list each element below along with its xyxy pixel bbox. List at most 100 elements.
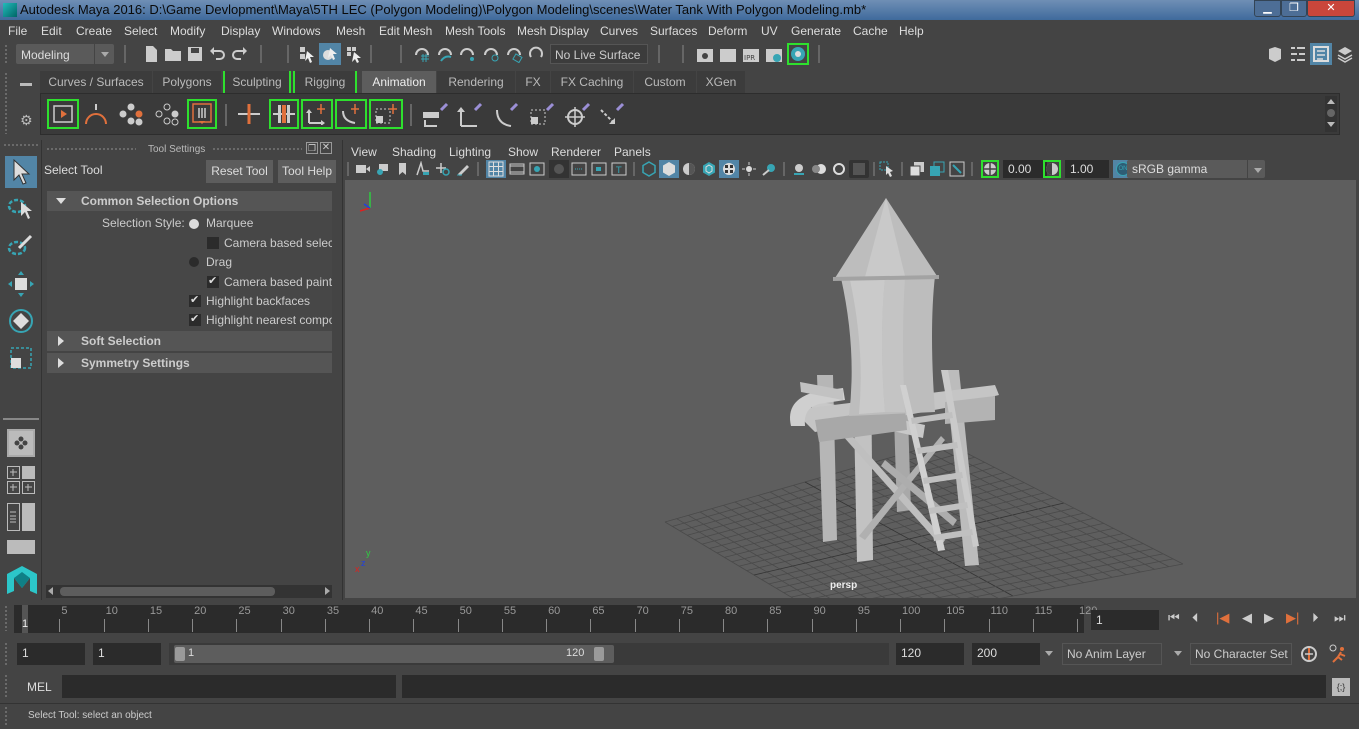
set-key-icon[interactable]: [117, 102, 145, 126]
step-back-frame-icon[interactable]: ⏴: [1192, 610, 1199, 626]
command-line-grip[interactable]: [4, 674, 8, 698]
tab-fx-caching[interactable]: FX Caching: [551, 71, 633, 93]
modeling-toolkit-icon[interactable]: [1266, 45, 1284, 63]
go-to-end-icon[interactable]: ⏭: [1334, 610, 1346, 626]
menu-mesh-display[interactable]: Mesh Display: [517, 24, 589, 38]
view-transform-dropdown[interactable]: sRGB gamma: [1127, 160, 1265, 178]
viewport-menu-panels[interactable]: Panels: [614, 145, 651, 159]
smooth-shade-button[interactable]: [659, 160, 679, 178]
menu-select[interactable]: Select: [124, 24, 157, 38]
select-by-object-button[interactable]: [319, 43, 341, 65]
hypershade-toggle[interactable]: [787, 43, 809, 65]
camera-based-selection-checkbox[interactable]: [207, 237, 219, 249]
aim-constraint-icon[interactable]: [563, 100, 593, 128]
snap-to-grid-icon[interactable]: [413, 45, 431, 63]
undo-icon[interactable]: [208, 45, 226, 63]
step-back-key-icon[interactable]: |◀: [1216, 610, 1229, 626]
animation-end-field[interactable]: 200: [972, 643, 1040, 665]
safe-action-icon[interactable]: [591, 161, 607, 177]
tab-rendering[interactable]: Rendering: [437, 71, 515, 93]
tool-help-button[interactable]: Tool Help: [278, 160, 336, 183]
pole-vector-constraint-icon[interactable]: [597, 100, 627, 128]
command-input[interactable]: [62, 675, 396, 698]
xray-joints-icon[interactable]: [949, 161, 965, 177]
image-plane-icon[interactable]: [415, 161, 431, 177]
shelf-menu-icon[interactable]: [20, 83, 32, 86]
menu-generate[interactable]: Generate: [791, 24, 841, 38]
menu-curves[interactable]: Curves: [600, 24, 638, 38]
common-selection-options-header[interactable]: Common Selection Options: [47, 191, 332, 211]
go-to-start-icon[interactable]: ⏮: [1168, 610, 1180, 626]
xray-icon[interactable]: [909, 161, 925, 177]
save-scene-icon[interactable]: [186, 45, 204, 63]
snap-to-point-icon[interactable]: [458, 45, 476, 63]
snap-to-view-plane-icon[interactable]: [482, 45, 500, 63]
character-set-chevron-icon[interactable]: [1174, 651, 1182, 656]
toolbox-grip[interactable]: [3, 143, 39, 147]
film-gate-icon[interactable]: [509, 161, 525, 177]
step-forward-frame-icon[interactable]: ⏵: [1312, 610, 1319, 626]
panel-grip[interactable]: [212, 147, 302, 151]
motion-blur-icon[interactable]: [811, 161, 827, 177]
tab-rigging[interactable]: Rigging: [293, 71, 357, 93]
move-skinned-joints-button[interactable]: [301, 99, 333, 129]
xray-active-components-icon[interactable]: [929, 161, 945, 177]
menu-cache[interactable]: Cache: [853, 24, 888, 38]
viewport-menu-view[interactable]: View: [351, 145, 377, 159]
script-editor-icon[interactable]: {;}: [1332, 678, 1350, 696]
3d-viewport-canvas[interactable]: y x z persp: [345, 180, 1356, 598]
live-surface-field[interactable]: No Live Surface: [550, 44, 648, 64]
redo-icon[interactable]: [231, 45, 249, 63]
animation-start-field[interactable]: 1: [17, 643, 85, 665]
scroll-up-icon[interactable]: [1327, 99, 1335, 104]
open-scene-icon[interactable]: [164, 45, 182, 63]
tab-polygons[interactable]: Polygons: [153, 71, 221, 93]
scrollbar-thumb[interactable]: [60, 587, 275, 596]
field-chart-icon[interactable]: [571, 161, 587, 177]
scale-tool-button[interactable]: [5, 342, 37, 374]
resolution-gate-icon[interactable]: [529, 161, 545, 177]
single-perspective-layout-button[interactable]: [7, 429, 35, 457]
scale-constraint-icon[interactable]: [527, 100, 557, 128]
ipr-render-icon[interactable]: IPR: [742, 45, 760, 63]
menu-modify[interactable]: Modify: [170, 24, 205, 38]
point-constraint-icon[interactable]: [455, 100, 485, 128]
screen-space-ao-icon[interactable]: [791, 161, 807, 177]
auto-key-icon[interactable]: [1299, 644, 1319, 664]
timeline-grip[interactable]: [4, 605, 8, 631]
range-slider-bar-fill[interactable]: 1 120: [174, 645, 614, 663]
parent-constraint-icon[interactable]: [421, 100, 451, 128]
select-by-component-icon[interactable]: [345, 45, 363, 63]
menu-surfaces[interactable]: Surfaces: [650, 24, 697, 38]
anti-aliasing-icon[interactable]: [831, 161, 847, 177]
playblast-button[interactable]: [47, 99, 79, 129]
scroll-left-icon[interactable]: [48, 587, 53, 595]
exposure-field[interactable]: 0.00: [1003, 160, 1047, 178]
playback-end-field[interactable]: 120: [896, 643, 964, 665]
tab-custom[interactable]: Custom: [634, 71, 696, 93]
render-settings-icon[interactable]: [765, 45, 783, 63]
highlight-backfaces-checkbox[interactable]: [189, 293, 201, 307]
script-language-toggle[interactable]: MEL: [27, 680, 52, 694]
tab-animation[interactable]: Animation: [362, 71, 436, 93]
exposure-toggle[interactable]: [981, 160, 999, 178]
animation-preferences-icon[interactable]: [1327, 643, 1349, 665]
camera-attributes-icon[interactable]: [375, 161, 391, 177]
gamma-toggle[interactable]: [1043, 160, 1061, 178]
marquee-radio[interactable]: [189, 219, 199, 229]
menu-mesh[interactable]: Mesh: [336, 24, 365, 38]
textured-button[interactable]: [719, 160, 739, 178]
menu-uv[interactable]: UV: [761, 24, 778, 38]
2d-pan-zoom-icon[interactable]: [435, 161, 451, 177]
current-frame-field[interactable]: 1: [1091, 610, 1159, 630]
menu-edit-mesh[interactable]: Edit Mesh: [379, 24, 432, 38]
tab-xgen[interactable]: XGen: [697, 71, 745, 93]
menu-file[interactable]: File: [8, 24, 27, 38]
time-slider[interactable]: 1 5 10 15 20 25 30 35 40 45 50 55 60 65 70 75 80 85 90 95 1…: [14, 605, 1097, 633]
horizontal-scrollbar[interactable]: [46, 585, 332, 598]
tab-sculpting[interactable]: Sculpting: [223, 71, 291, 93]
tab-fx[interactable]: FX: [516, 71, 550, 93]
viewport-menu-renderer[interactable]: Renderer: [551, 145, 601, 159]
panel-grip[interactable]: [46, 147, 136, 151]
scroll-right-icon[interactable]: [325, 587, 330, 595]
